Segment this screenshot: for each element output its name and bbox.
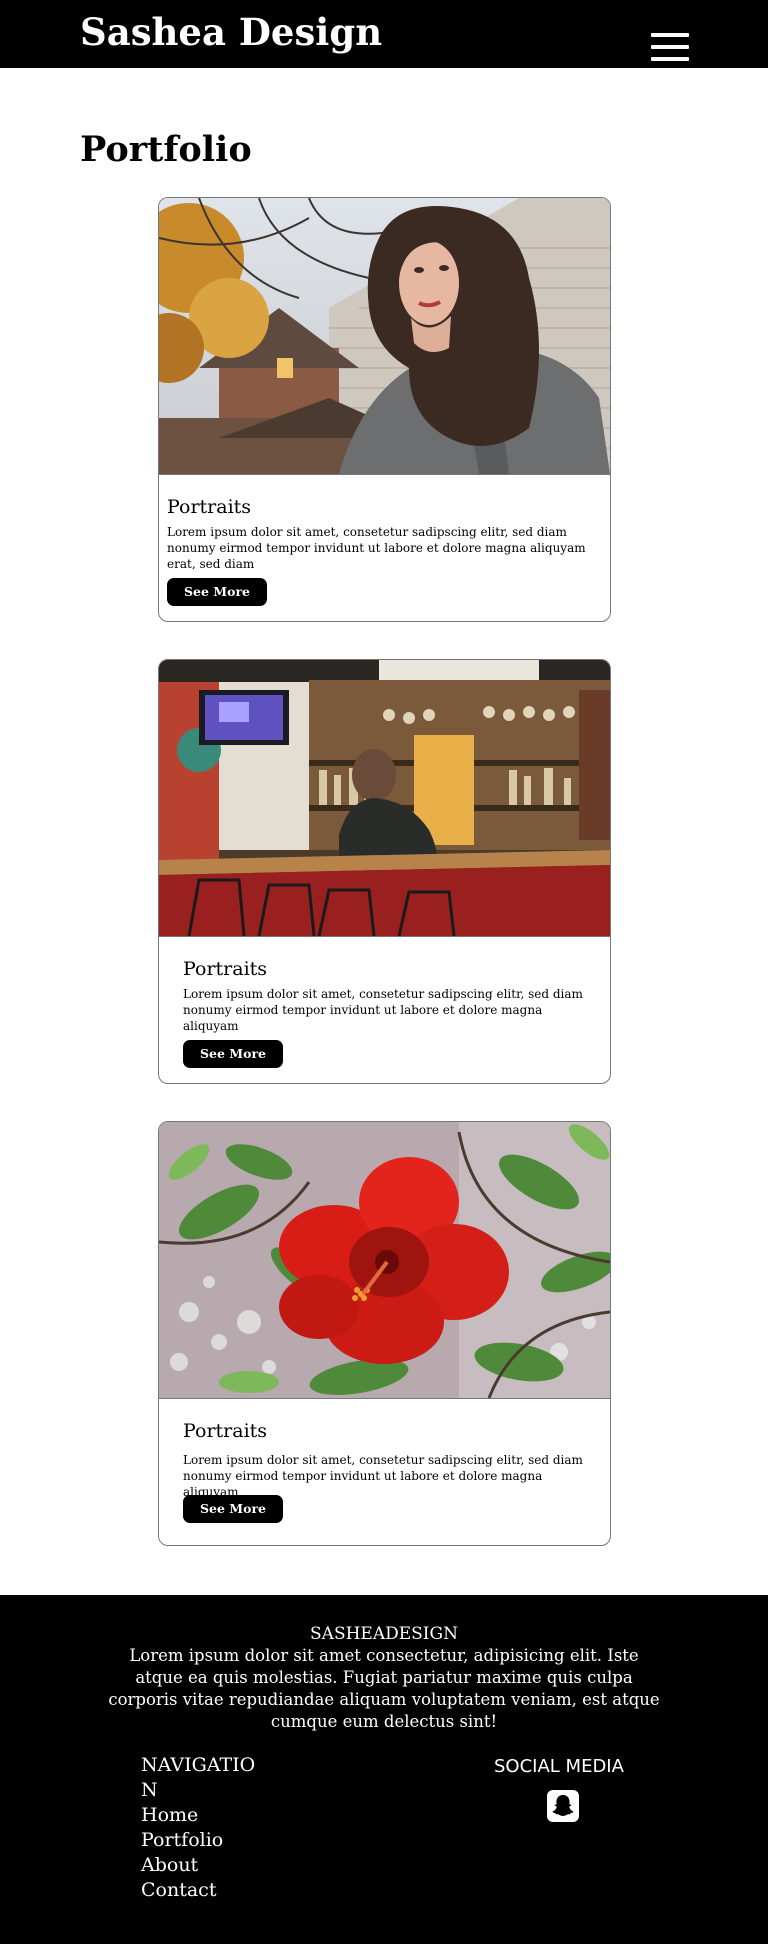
card-description: Lorem ipsum dolor sit amet, consetetur s… [183, 987, 583, 1033]
portfolio-card: Portraits Lorem ipsum dolor sit amet, co… [158, 1121, 611, 1546]
card-title: Portraits [183, 958, 268, 980]
snapchat-icon[interactable] [547, 1790, 579, 1822]
card-image-portrait [159, 198, 610, 475]
portfolio-card: Portraits Lorem ipsum dolor sit amet, co… [158, 197, 611, 622]
card-image-bar [159, 660, 610, 937]
site-footer: SASHEADESIGN Lorem ipsum dolor sit amet … [0, 1595, 768, 1944]
footer-description: Lorem ipsum dolor sit amet consectetur, … [108, 1646, 660, 1731]
social-media-heading: SOCIAL MEDIA [494, 1756, 624, 1777]
card-image-hibiscus [159, 1122, 610, 1399]
see-more-button[interactable]: See More [183, 1040, 283, 1068]
nav-link-portfolio[interactable]: Portfolio [141, 1828, 271, 1853]
site-header: Sashea Design [0, 0, 768, 68]
card-title: Portraits [183, 1420, 268, 1442]
footer-navigation: NAVIGATION Home Portfolio About Contact [141, 1753, 271, 1903]
nav-link-contact[interactable]: Contact [141, 1878, 271, 1903]
page-title: Portfolio [80, 129, 252, 170]
card-description: Lorem ipsum dolor sit amet, consetetur s… [183, 1453, 583, 1499]
footer-brand: SASHEADESIGN [310, 1624, 458, 1644]
card-title: Portraits [167, 496, 252, 518]
see-more-button[interactable]: See More [167, 578, 267, 606]
hamburger-menu-icon[interactable] [651, 33, 689, 61]
navigation-heading: NAVIGATION [141, 1754, 256, 1801]
see-more-button[interactable]: See More [183, 1495, 283, 1523]
nav-link-about[interactable]: About [141, 1853, 271, 1878]
card-description: Lorem ipsum dolor sit amet, consetetur s… [167, 525, 586, 571]
portfolio-card: Portraits Lorem ipsum dolor sit amet, co… [158, 659, 611, 1084]
site-brand[interactable]: Sashea Design [80, 14, 382, 51]
nav-link-home[interactable]: Home [141, 1803, 271, 1828]
